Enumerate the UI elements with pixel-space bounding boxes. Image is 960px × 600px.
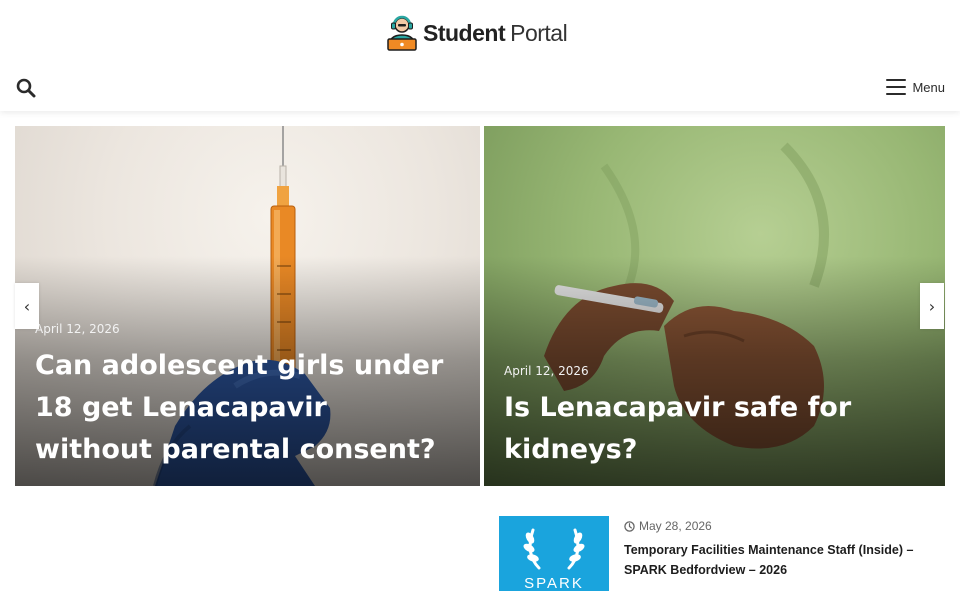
search-icon [16,78,36,98]
menu-label: Menu [912,79,945,95]
chevron-right-icon: › [928,296,936,316]
slide-item[interactable]: April 12, 2026 Can adolescent girls unde… [15,126,480,486]
student-logo-icon [387,15,417,51]
post-date-text: May 28, 2026 [639,519,712,533]
clock-icon [624,520,635,532]
slide-date: April 12, 2026 [504,364,589,378]
slide-date: April 12, 2026 [35,322,120,336]
thumb-brand-text: SPARK [524,575,584,591]
hamburger-icon [886,79,907,95]
menu-button[interactable]: Menu [886,76,945,98]
logo-text-light: Portal [510,19,568,46]
search-button[interactable] [16,78,36,98]
slider-prev-button[interactable]: ‹ [15,283,39,329]
slide-title[interactable]: Can adolescent girls under 18 get Lenaca… [35,345,450,471]
chevron-left-icon: ‹ [23,296,31,316]
site-header: Student Portal Menu [0,0,960,111]
post-title[interactable]: Temporary Facilities Maintenance Staff (… [624,540,934,580]
slider-next-button[interactable]: › [920,283,944,329]
slide-item[interactable]: April 12, 2026 Is Lenacapavir safe for k… [484,126,945,486]
spark-logo-image: SPARK [499,516,609,591]
featured-slider: April 12, 2026 Can adolescent girls unde… [15,126,945,486]
site-logo[interactable]: Student Portal [385,14,568,52]
post-thumbnail[interactable]: SPARK [499,516,609,591]
post-date: May 28, 2026 [624,519,712,533]
slide-title[interactable]: Is Lenacapavir safe for kidneys? [504,387,915,471]
post-list-item: SPARK May 28, 2026 Temporary Facilities … [499,516,939,596]
logo-wordmark: Student Portal [423,19,568,47]
logo-text-bold: Student [423,19,506,46]
